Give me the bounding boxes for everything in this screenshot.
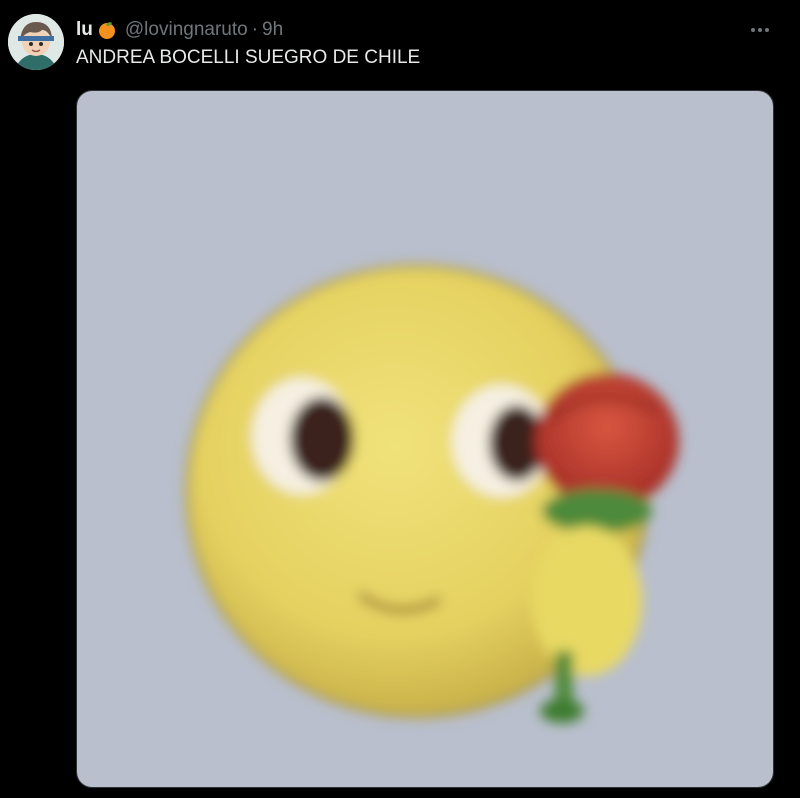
emoji-face-with-rose-image xyxy=(77,91,773,787)
avatar[interactable] xyxy=(8,14,64,70)
separator-dot: · xyxy=(251,19,259,40)
more-options-button[interactable] xyxy=(746,16,774,44)
avatar-illustration xyxy=(8,14,64,70)
tweet[interactable]: lu @lovingnaruto · 9h ANDREA BOCELLI SUE… xyxy=(0,0,800,798)
tweet-header: lu @lovingnaruto · 9h xyxy=(76,16,283,44)
orange-emoji-icon xyxy=(97,20,117,40)
tweet-text: ANDREA BOCELLI SUEGRO DE CHILE xyxy=(76,47,421,68)
tweet-media-image[interactable] xyxy=(76,90,774,788)
user-handle[interactable]: @lovingnaruto xyxy=(125,19,248,41)
more-horizontal-icon xyxy=(751,28,769,32)
timestamp[interactable]: 9h xyxy=(262,19,283,41)
display-name[interactable]: lu xyxy=(76,19,93,41)
